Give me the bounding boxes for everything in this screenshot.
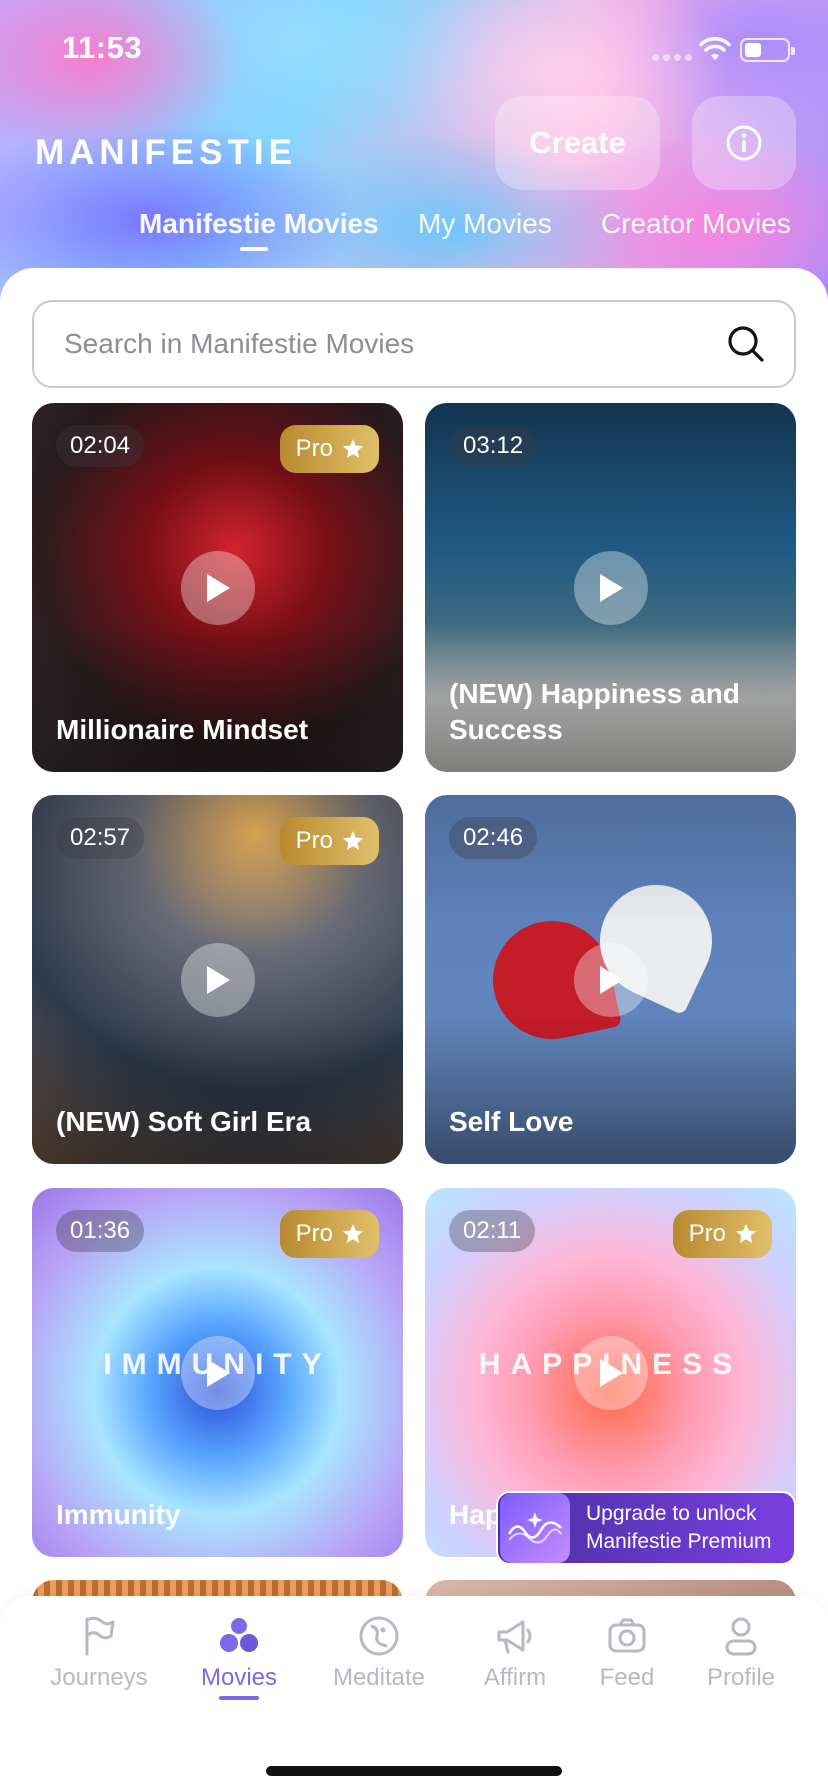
app-logo: MANIFESTIE <box>35 133 297 172</box>
battery-icon <box>740 38 795 62</box>
play-icon <box>207 1359 230 1387</box>
home-indicator[interactable] <box>266 1766 562 1776</box>
tab-manifestie-movies[interactable]: Manifestie Movies <box>139 208 379 240</box>
movie-title: Millionaire Mindset <box>56 714 309 745</box>
nav-label: Journeys <box>50 1664 148 1691</box>
movies-icon <box>220 1618 258 1652</box>
duration-badge: 02:11 <box>449 1210 536 1252</box>
nav-label: Meditate <box>332 1664 426 1691</box>
movie-card-happiness-and-success[interactable]: 03:12 (NEW) Happiness and Success <box>425 403 796 772</box>
play-button[interactable] <box>574 551 648 625</box>
duration-badge: 02:46 <box>449 817 538 859</box>
pro-label: Pro <box>295 827 333 854</box>
wifi-icon <box>699 37 731 60</box>
pro-badge: Pro <box>279 1210 379 1258</box>
pro-label: Pro <box>295 1220 333 1247</box>
active-nav-indicator <box>219 1696 259 1700</box>
status-time: 11:53 <box>62 30 143 65</box>
nav-item-profile[interactable]: Profile <box>676 1614 806 1692</box>
play-button[interactable] <box>574 1336 648 1410</box>
movie-title: Self Love <box>449 1106 574 1137</box>
movie-card-millionaire-mindset[interactable]: 02:04 Pro Millionaire Mindset <box>32 403 403 772</box>
nav-label: Profile <box>706 1664 776 1691</box>
movie-card-soft-girl-era[interactable]: 02:57 Pro (NEW) Soft Girl Era <box>32 795 403 1164</box>
movie-tabs: Manifestie Movies My Movies Creator Movi… <box>0 208 828 258</box>
duration-badge: 01:36 <box>56 1210 145 1252</box>
duration-badge: 03:12 <box>449 425 538 467</box>
search-bar[interactable] <box>32 300 796 388</box>
flag-icon <box>85 1616 115 1656</box>
star-icon <box>343 439 363 458</box>
duration-badge: 02:04 <box>56 425 145 467</box>
search-input[interactable] <box>64 328 704 360</box>
bottom-navigation: Journeys Movies Meditate Affirm Feed Pro… <box>0 1596 828 1792</box>
profile-icon <box>725 1617 757 1656</box>
premium-wave-icon <box>500 1493 570 1563</box>
nav-item-journeys[interactable]: Journeys <box>34 1614 164 1692</box>
pro-label: Pro <box>688 1220 726 1247</box>
play-icon <box>207 574 230 602</box>
megaphone-icon <box>497 1620 532 1654</box>
meditate-icon <box>359 1616 399 1656</box>
nav-item-affirm[interactable]: Affirm <box>450 1614 580 1692</box>
tab-my-movies[interactable]: My Movies <box>418 208 552 240</box>
duration-badge: 02:57 <box>56 817 145 859</box>
pro-label: Pro <box>295 435 333 462</box>
active-tab-indicator <box>240 247 268 251</box>
star-icon <box>343 1224 363 1243</box>
search-icon[interactable] <box>726 324 766 364</box>
nav-item-feed[interactable]: Feed <box>562 1614 692 1692</box>
play-icon <box>600 574 623 602</box>
nav-item-movies[interactable]: Movies <box>174 1614 304 1692</box>
cellular-signal-icon <box>652 54 692 61</box>
pro-badge: Pro <box>672 1210 772 1258</box>
movie-title: (NEW) Soft Girl Era <box>56 1106 312 1137</box>
upgrade-line-2: Manifestie Premium <box>586 1530 772 1553</box>
movie-title: (NEW) Happiness and Success <box>449 678 740 745</box>
nav-label: Feed <box>599 1664 655 1691</box>
star-icon <box>343 831 363 850</box>
nav-label: Affirm <box>483 1664 547 1691</box>
play-button[interactable] <box>181 551 255 625</box>
camera-icon <box>608 1618 646 1653</box>
nav-item-meditate[interactable]: Meditate <box>314 1614 444 1692</box>
star-icon <box>736 1224 756 1243</box>
upgrade-text: Upgrade to unlock Manifestie Premium <box>586 1500 772 1556</box>
tab-creator-movies[interactable]: Creator Movies <box>601 208 791 240</box>
movie-title: Immunity <box>56 1499 181 1530</box>
movie-card-self-love[interactable]: 02:46 Self Love <box>425 795 796 1164</box>
play-button[interactable] <box>574 943 648 1017</box>
pro-badge: Pro <box>279 425 379 473</box>
pro-badge: Pro <box>279 817 379 865</box>
info-icon <box>726 125 762 161</box>
nav-label: Movies <box>200 1664 278 1691</box>
movie-card-immunity[interactable]: IMMUNITY 01:36 Pro Immunity <box>32 1188 403 1557</box>
play-icon <box>600 1359 623 1387</box>
play-icon <box>207 966 230 994</box>
play-button[interactable] <box>181 943 255 1017</box>
upgrade-line-1: Upgrade to unlock <box>586 1502 757 1525</box>
create-button[interactable]: Create <box>495 96 660 190</box>
info-button[interactable] <box>692 96 796 190</box>
upgrade-banner[interactable]: Upgrade to unlock Manifestie Premium <box>496 1491 796 1565</box>
play-icon <box>600 966 623 994</box>
play-button[interactable] <box>181 1336 255 1410</box>
